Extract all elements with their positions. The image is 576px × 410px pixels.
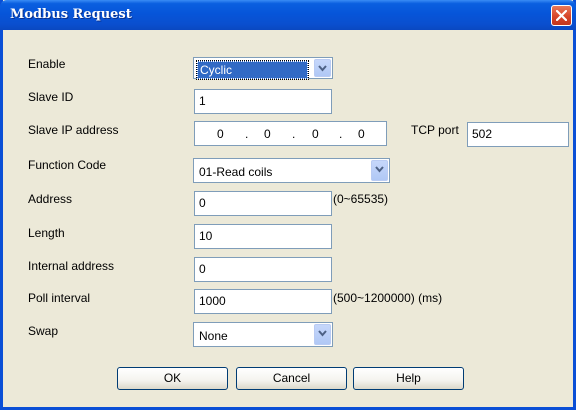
tcp-port-label: TCP port xyxy=(411,123,459,137)
enable-label: Enable xyxy=(28,57,66,71)
length-label: Length xyxy=(28,226,65,240)
dialog-title: Modbus Request xyxy=(10,7,132,22)
address-range-hint: (0~65535) xyxy=(333,192,389,206)
cancel-button[interactable]: Cancel xyxy=(236,367,347,390)
close-icon xyxy=(556,10,567,21)
poll-interval-input[interactable]: 1000 xyxy=(194,289,332,314)
swap-label: Swap xyxy=(28,324,59,338)
enable-select-value: Cyclic xyxy=(196,60,309,80)
slave-id-label: Slave ID xyxy=(28,90,74,104)
function-code-select[interactable]: 01-Read coils xyxy=(193,158,390,183)
address-label: Address xyxy=(28,192,73,206)
chevron-down-icon xyxy=(318,330,327,337)
length-input[interactable]: 10 xyxy=(194,224,332,249)
ip-separator: . xyxy=(245,127,249,141)
title-bar[interactable]: Modbus Request xyxy=(0,0,576,30)
poll-interval-label: Poll interval xyxy=(28,291,91,305)
swap-select-value: None xyxy=(199,329,228,343)
swap-dropdown-button[interactable] xyxy=(314,324,331,345)
ok-button[interactable]: OK xyxy=(117,367,228,390)
address-input[interactable]: 0 xyxy=(194,191,332,216)
function-code-dropdown-button[interactable] xyxy=(371,160,388,181)
ip-octet-4[interactable]: 0 xyxy=(358,127,365,141)
close-button[interactable] xyxy=(551,5,572,26)
function-code-label: Function Code xyxy=(28,158,107,172)
ip-separator: . xyxy=(292,127,296,141)
chevron-down-icon xyxy=(375,166,384,173)
ip-octet-1[interactable]: 0 xyxy=(217,127,224,141)
internal-address-label: Internal address xyxy=(28,259,115,273)
slave-ip-label: Slave IP address xyxy=(28,123,119,137)
chevron-down-icon xyxy=(318,65,327,72)
ip-octet-2[interactable]: 0 xyxy=(264,127,271,141)
enable-select[interactable]: Cyclic xyxy=(193,57,333,80)
slave-ip-input[interactable]: 0 . 0 . 0 . 0 xyxy=(194,121,387,146)
internal-address-input[interactable]: 0 xyxy=(194,257,332,282)
slave-id-input[interactable]: 1 xyxy=(194,89,332,114)
function-code-value: 01-Read coils xyxy=(199,165,273,179)
poll-interval-range-hint: (500~1200000) (ms) xyxy=(333,291,443,305)
ip-octet-3[interactable]: 0 xyxy=(312,127,319,141)
modbus-request-dialog: Modbus Request Enable Cyclic Slave ID 1 … xyxy=(0,0,576,410)
swap-select[interactable]: None xyxy=(193,322,333,347)
ip-separator: . xyxy=(339,127,343,141)
help-button[interactable]: Help xyxy=(353,367,464,390)
tcp-port-input[interactable]: 502 xyxy=(467,122,569,147)
enable-dropdown-button[interactable] xyxy=(314,59,331,77)
